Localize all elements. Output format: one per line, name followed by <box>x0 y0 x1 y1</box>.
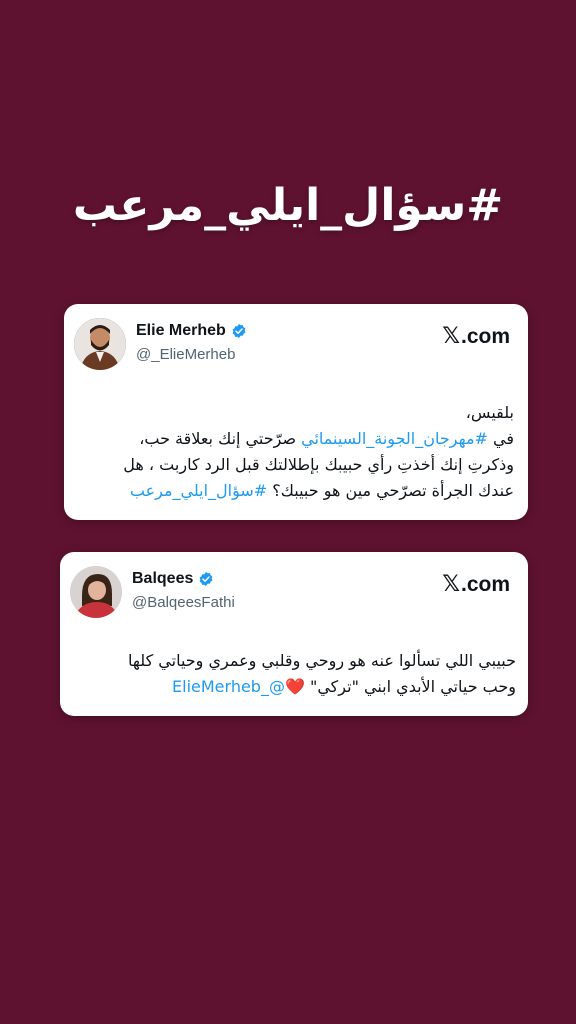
user-handle[interactable]: @_ElieMerheb <box>136 346 235 363</box>
hashtag-link[interactable]: #مهرجان_الجونة_السينمائي <box>301 429 488 448</box>
avatar[interactable] <box>74 318 126 370</box>
tweet-text: بلقيس، في #مهرجان_الجونة_السينمائي صرّحت… <box>123 403 514 500</box>
tweet-card-balqees[interactable]: Balqees @BalqeesFathi 𝕏. com حبيبي اللي ت… <box>60 552 528 716</box>
x-logo-icon: 𝕏 <box>442 324 460 349</box>
tweet-card-elie[interactable]: Elie Merheb @_ElieMerheb 𝕏. com بلقيس، في… <box>64 304 528 520</box>
hashtag-link[interactable]: #سؤال_ايلي_مرعب <box>130 481 267 500</box>
verified-badge-icon <box>200 572 213 586</box>
red-heart-icon: ❤️ <box>284 677 305 696</box>
display-name: Elie Merheb <box>136 322 247 340</box>
mention-link[interactable]: @_ElieMerheb <box>172 677 285 696</box>
x-com-logo: 𝕏. com <box>442 324 510 349</box>
x-logo-icon: 𝕏 <box>442 572 460 597</box>
x-com-logo: 𝕏. com <box>442 572 510 597</box>
display-name: Balqees <box>132 570 214 588</box>
hashtag-headline: #سؤال_ايلي_مرعب <box>72 180 504 231</box>
avatar[interactable] <box>70 566 122 618</box>
verified-badge-icon <box>232 324 246 338</box>
tweet-text: حبيبي اللي تسألوا عنه هو روحي وقلبي وعمر… <box>128 651 516 696</box>
user-handle[interactable]: @BalqeesFathi <box>132 594 235 611</box>
